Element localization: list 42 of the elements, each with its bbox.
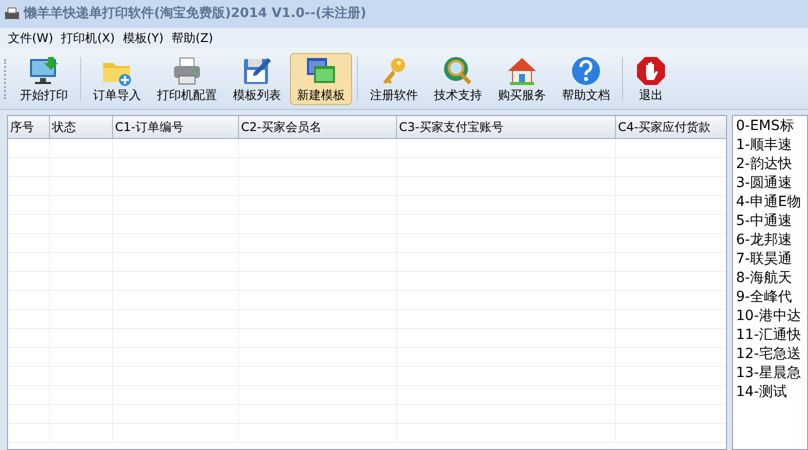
toolbar-button[interactable]: 帮助文档 (555, 52, 617, 104)
list-item[interactable]: 0-EMS标 (736, 117, 807, 136)
column-header[interactable]: 序号 (8, 116, 50, 138)
list-item[interactable]: 8-海航天 (736, 269, 807, 288)
menu-item[interactable]: 打印机(X) (57, 29, 119, 47)
toolbar-button[interactable]: 退出 (628, 52, 674, 104)
toolbar-button[interactable]: 打印机配置 (150, 52, 224, 104)
list-item[interactable]: 12-宅急送 (736, 345, 807, 364)
monitor-icon (28, 54, 60, 86)
toolbar-button[interactable]: 购买服务 (491, 52, 553, 104)
column-header[interactable]: C3-买家支付宝账号 (397, 116, 616, 138)
menu-item[interactable]: 帮助(Z) (168, 29, 218, 47)
list-item[interactable]: 11-汇通快 (736, 326, 807, 345)
list-item[interactable]: 5-中通速 (736, 212, 807, 231)
list-item[interactable]: 6-龙邦速 (736, 231, 807, 250)
list-item[interactable]: 1-顺丰速 (736, 136, 807, 155)
list-item[interactable]: 10-港中达 (736, 307, 807, 326)
stop-hand-icon (635, 54, 667, 86)
window-title: 懒羊羊快递单打印软件(淘宝免费版)2014 V1.0--(未注册) (24, 4, 366, 24)
question-icon (570, 54, 602, 86)
list-item[interactable]: 14-测试 (736, 383, 807, 402)
list-item[interactable]: 9-全峰代 (736, 288, 807, 307)
printer-icon (4, 6, 20, 22)
menu-item[interactable]: 文件(W) (4, 29, 58, 47)
list-item[interactable]: 3-圆通速 (736, 174, 807, 193)
list-item[interactable]: 7-联昊通 (736, 250, 807, 269)
column-header[interactable]: C1-订单编号 (113, 116, 239, 138)
toolbar-button[interactable]: 开始打印 (13, 52, 75, 104)
toolbar-button[interactable]: 注册软件 (363, 52, 425, 104)
list-item[interactable]: 4-申通E物 (736, 193, 807, 212)
menu-item[interactable]: 模板(Y) (118, 29, 168, 47)
toolbar-button[interactable]: 新建模板 (290, 52, 352, 104)
column-header[interactable]: 状态 (50, 116, 113, 138)
toolbar-button[interactable]: 技术支持 (427, 52, 489, 104)
list-item[interactable]: 13-星晨急 (736, 364, 807, 383)
toolbar-button[interactable]: 订单导入 (86, 52, 148, 104)
toolbar-button[interactable]: 模板列表 (226, 52, 288, 104)
column-header[interactable]: C4-买家应付货款 (616, 116, 726, 138)
printer-icon (171, 54, 203, 86)
globe-magnifier-icon (442, 54, 474, 86)
column-header[interactable]: C2-买家会员名 (239, 116, 397, 138)
list-item[interactable]: 2-韵达快 (736, 155, 807, 174)
